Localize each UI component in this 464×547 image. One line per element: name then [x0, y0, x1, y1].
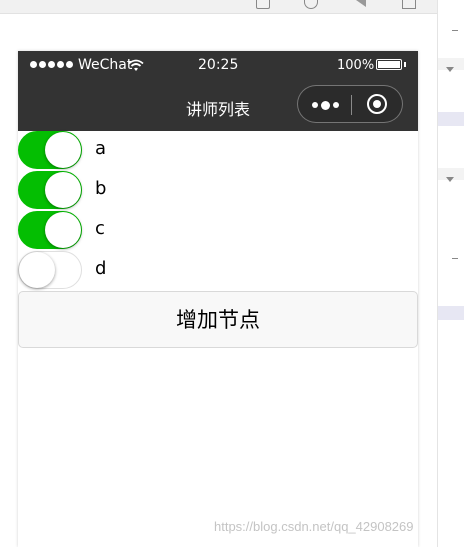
navigation-bar: 讲师列表 [18, 81, 418, 131]
panel-highlight-row [438, 112, 464, 126]
switch-label-b: b [95, 178, 107, 199]
add-node-button[interactable]: 增加节点 [18, 291, 418, 348]
more-icon[interactable] [312, 100, 342, 110]
switch-row-d: d [18, 251, 418, 291]
switch-b[interactable] [18, 171, 82, 209]
window-icon[interactable] [402, 0, 416, 9]
circle-icon[interactable] [304, 0, 318, 9]
simulator-phone: WeChat 20:25 100% 讲师列表 a b c d 增加节点 [18, 51, 418, 547]
status-time: 20:25 [198, 57, 239, 73]
battery-cap [404, 62, 406, 67]
switch-label-a: a [95, 138, 107, 159]
signal-icon [30, 61, 73, 68]
switch-d[interactable] [18, 251, 82, 289]
capsule-divider [351, 95, 352, 115]
carrier-name: WeChat [78, 57, 133, 73]
battery-percent: 100% [337, 58, 375, 73]
switch-a[interactable] [18, 131, 82, 169]
switch-c[interactable] [18, 211, 82, 249]
wifi-icon [128, 59, 144, 71]
panel-highlight-row [438, 306, 464, 320]
switch-row-b: b [18, 171, 418, 211]
switch-knob [45, 132, 81, 168]
mini-program-capsule [297, 85, 403, 123]
watermark-url: https://blog.csdn.net/qq_42908269 [214, 519, 414, 534]
switch-row-a: a [18, 131, 418, 171]
triangle-icon[interactable] [356, 0, 366, 7]
devtools-toolbar [0, 0, 464, 14]
switch-label-d: d [95, 258, 107, 279]
switch-knob [19, 252, 55, 288]
status-bar: WeChat 20:25 100% [18, 51, 418, 81]
close-icon[interactable] [367, 94, 387, 114]
collapse-caret-icon[interactable] [446, 67, 454, 72]
devtools-right-panel [437, 0, 464, 547]
battery-icon [376, 59, 402, 70]
collapse-caret-icon[interactable] [446, 177, 454, 182]
switch-label-c: c [95, 218, 105, 239]
panel-text-mark [452, 30, 458, 31]
switch-knob [45, 172, 81, 208]
switch-knob [45, 212, 81, 248]
switch-row-c: c [18, 211, 418, 251]
document-icon[interactable] [256, 0, 270, 9]
panel-text-mark [452, 258, 458, 259]
